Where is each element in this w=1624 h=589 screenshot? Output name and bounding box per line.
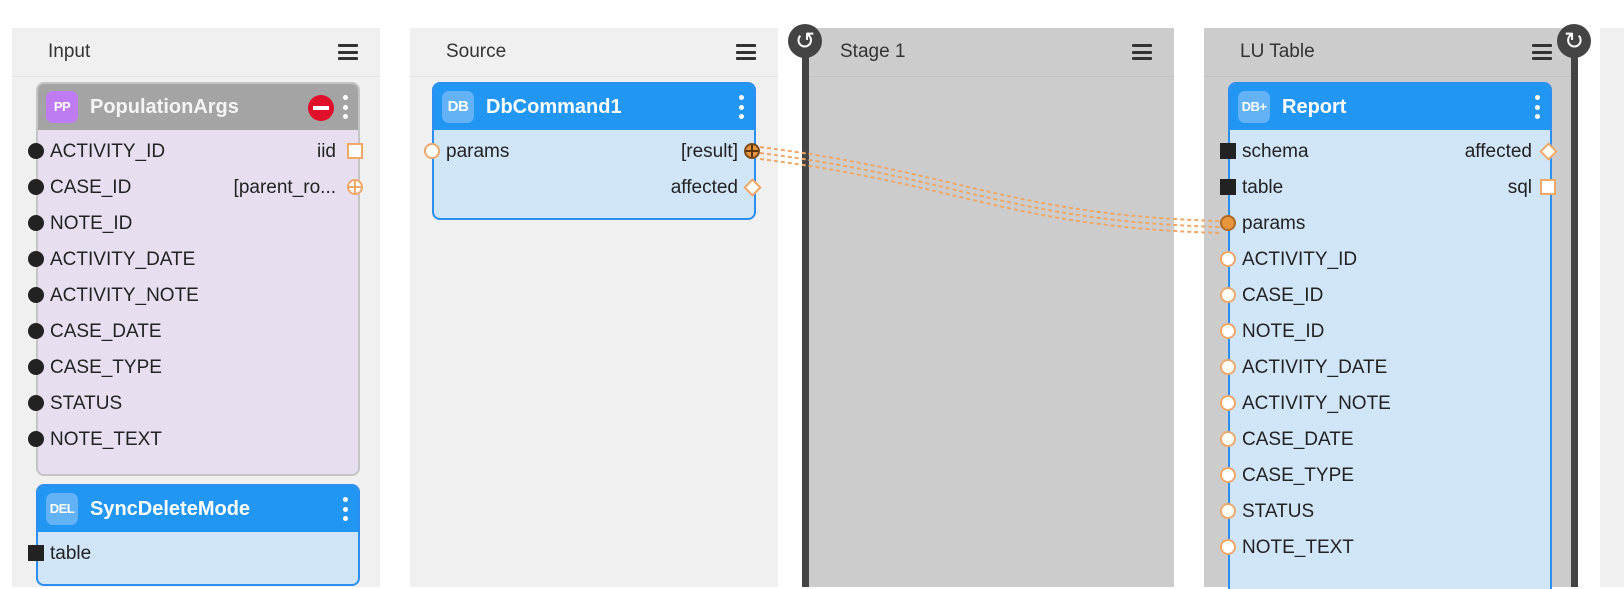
node-badge: PP bbox=[46, 91, 78, 123]
input-port-label: table bbox=[1242, 177, 1284, 198]
input-port-label: CASE_DATE bbox=[50, 321, 162, 342]
input-port[interactable] bbox=[1220, 323, 1236, 339]
input-port-label: NOTE_TEXT bbox=[1242, 537, 1354, 558]
stage-header: Stage 1 bbox=[804, 28, 1174, 77]
menu-icon[interactable] bbox=[1132, 44, 1152, 60]
menu-icon[interactable] bbox=[736, 44, 756, 60]
stage-title: Stage 1 bbox=[840, 41, 906, 62]
input-port-label: STATUS bbox=[50, 393, 123, 414]
stage-header: Source bbox=[410, 28, 778, 77]
node-population-args[interactable]: PP PopulationArgs ACTIVITY_ID CASE_ID NO… bbox=[36, 82, 360, 476]
input-port[interactable] bbox=[1220, 179, 1236, 195]
input-port-label: schema bbox=[1242, 141, 1309, 162]
input-port[interactable] bbox=[28, 251, 44, 267]
input-port-label: CASE_TYPE bbox=[1242, 465, 1354, 486]
rotate-right-icon[interactable]: ↻ bbox=[1557, 24, 1591, 58]
input-port-label: ACTIVITY_NOTE bbox=[50, 285, 199, 306]
input-port-label: NOTE_ID bbox=[1242, 321, 1325, 342]
input-port-label: CASE_DATE bbox=[1242, 429, 1354, 450]
input-port[interactable] bbox=[1220, 143, 1236, 159]
input-port[interactable] bbox=[28, 287, 44, 303]
rotate-left-icon[interactable]: ↺ bbox=[788, 24, 822, 58]
menu-icon[interactable] bbox=[338, 44, 358, 60]
stop-icon[interactable] bbox=[308, 95, 334, 121]
input-port-label: ACTIVITY_ID bbox=[50, 141, 166, 162]
input-port[interactable] bbox=[28, 143, 44, 159]
output-port-label: iid bbox=[316, 141, 336, 162]
kebab-icon[interactable] bbox=[1535, 95, 1540, 119]
input-port-label: table bbox=[50, 543, 92, 564]
node-header[interactable]: DB+ Report bbox=[1230, 84, 1550, 130]
input-port-label: ACTIVITY_DATE bbox=[50, 249, 196, 270]
output-port-label: affected bbox=[670, 177, 738, 198]
stage-splitter-left[interactable] bbox=[802, 40, 809, 587]
input-port[interactable] bbox=[28, 545, 44, 561]
stage-title: Input bbox=[48, 41, 91, 62]
node-report[interactable]: DB+ Report schema table params ACTIVITY_… bbox=[1228, 82, 1552, 589]
node-badge: DEL bbox=[46, 493, 78, 525]
node-dbcommand1[interactable]: DB DbCommand1 params [result] affected bbox=[432, 82, 756, 220]
input-port-label: ACTIVITY_ID bbox=[1242, 249, 1358, 270]
node-title: DbCommand1 bbox=[486, 96, 622, 118]
node-header[interactable]: DEL SyncDeleteMode bbox=[38, 486, 358, 532]
node-sync-delete-mode[interactable]: DEL SyncDeleteMode table bbox=[36, 484, 360, 586]
stage-next-edge bbox=[1600, 28, 1624, 587]
kebab-icon[interactable] bbox=[343, 497, 348, 521]
stage-splitter-right[interactable] bbox=[1571, 40, 1578, 587]
input-port[interactable] bbox=[1220, 395, 1236, 411]
input-port[interactable] bbox=[1220, 287, 1236, 303]
input-port[interactable] bbox=[424, 143, 440, 159]
node-title: PopulationArgs bbox=[90, 96, 239, 118]
input-port-label: CASE_ID bbox=[1242, 285, 1324, 306]
stage-title: LU Table bbox=[1240, 41, 1315, 62]
input-port-label: CASE_TYPE bbox=[50, 357, 162, 378]
input-port[interactable] bbox=[1220, 359, 1236, 375]
node-title: Report bbox=[1282, 96, 1347, 118]
node-title: SyncDeleteMode bbox=[90, 498, 251, 520]
output-port[interactable] bbox=[1540, 179, 1556, 195]
node-header[interactable]: DB DbCommand1 bbox=[434, 84, 754, 130]
input-port[interactable] bbox=[1220, 467, 1236, 483]
input-port-label: NOTE_TEXT bbox=[50, 429, 162, 450]
stage-title: Source bbox=[446, 41, 507, 62]
node-badge: DB bbox=[442, 91, 474, 123]
input-port-label: params bbox=[446, 141, 510, 162]
input-port-label: ACTIVITY_DATE bbox=[1242, 357, 1388, 378]
input-port-label: NOTE_ID bbox=[50, 213, 133, 234]
node-badge: DB+ bbox=[1238, 91, 1270, 123]
output-port-label: affected bbox=[1464, 141, 1532, 162]
input-port[interactable] bbox=[1220, 215, 1236, 231]
input-port[interactable] bbox=[28, 179, 44, 195]
menu-icon[interactable] bbox=[1532, 44, 1552, 60]
input-port-label: ACTIVITY_NOTE bbox=[1242, 393, 1391, 414]
input-port-label: params bbox=[1242, 213, 1306, 234]
kebab-icon[interactable] bbox=[739, 95, 744, 119]
output-port[interactable] bbox=[347, 143, 363, 159]
output-port[interactable] bbox=[744, 143, 760, 159]
input-port[interactable] bbox=[28, 215, 44, 231]
output-port-label: [parent_ro... bbox=[233, 177, 336, 198]
input-port[interactable] bbox=[1220, 431, 1236, 447]
output-port-label: sql bbox=[1507, 177, 1532, 198]
input-port[interactable] bbox=[28, 431, 44, 447]
stage-header: LU Table bbox=[1204, 28, 1574, 77]
stage-stage1: Stage 1 bbox=[804, 28, 1174, 587]
input-port[interactable] bbox=[1220, 539, 1236, 555]
output-port[interactable] bbox=[347, 179, 363, 195]
stage-header: Input bbox=[12, 28, 380, 77]
output-port-label: [result] bbox=[680, 141, 738, 162]
input-port[interactable] bbox=[28, 359, 44, 375]
node-header[interactable]: PP PopulationArgs bbox=[38, 84, 358, 130]
input-port[interactable] bbox=[1220, 251, 1236, 267]
input-port[interactable] bbox=[1220, 503, 1236, 519]
kebab-icon[interactable] bbox=[343, 95, 348, 119]
input-port[interactable] bbox=[28, 395, 44, 411]
input-port-label: STATUS bbox=[1242, 501, 1315, 522]
input-port[interactable] bbox=[28, 323, 44, 339]
input-port-label: CASE_ID bbox=[50, 177, 132, 198]
